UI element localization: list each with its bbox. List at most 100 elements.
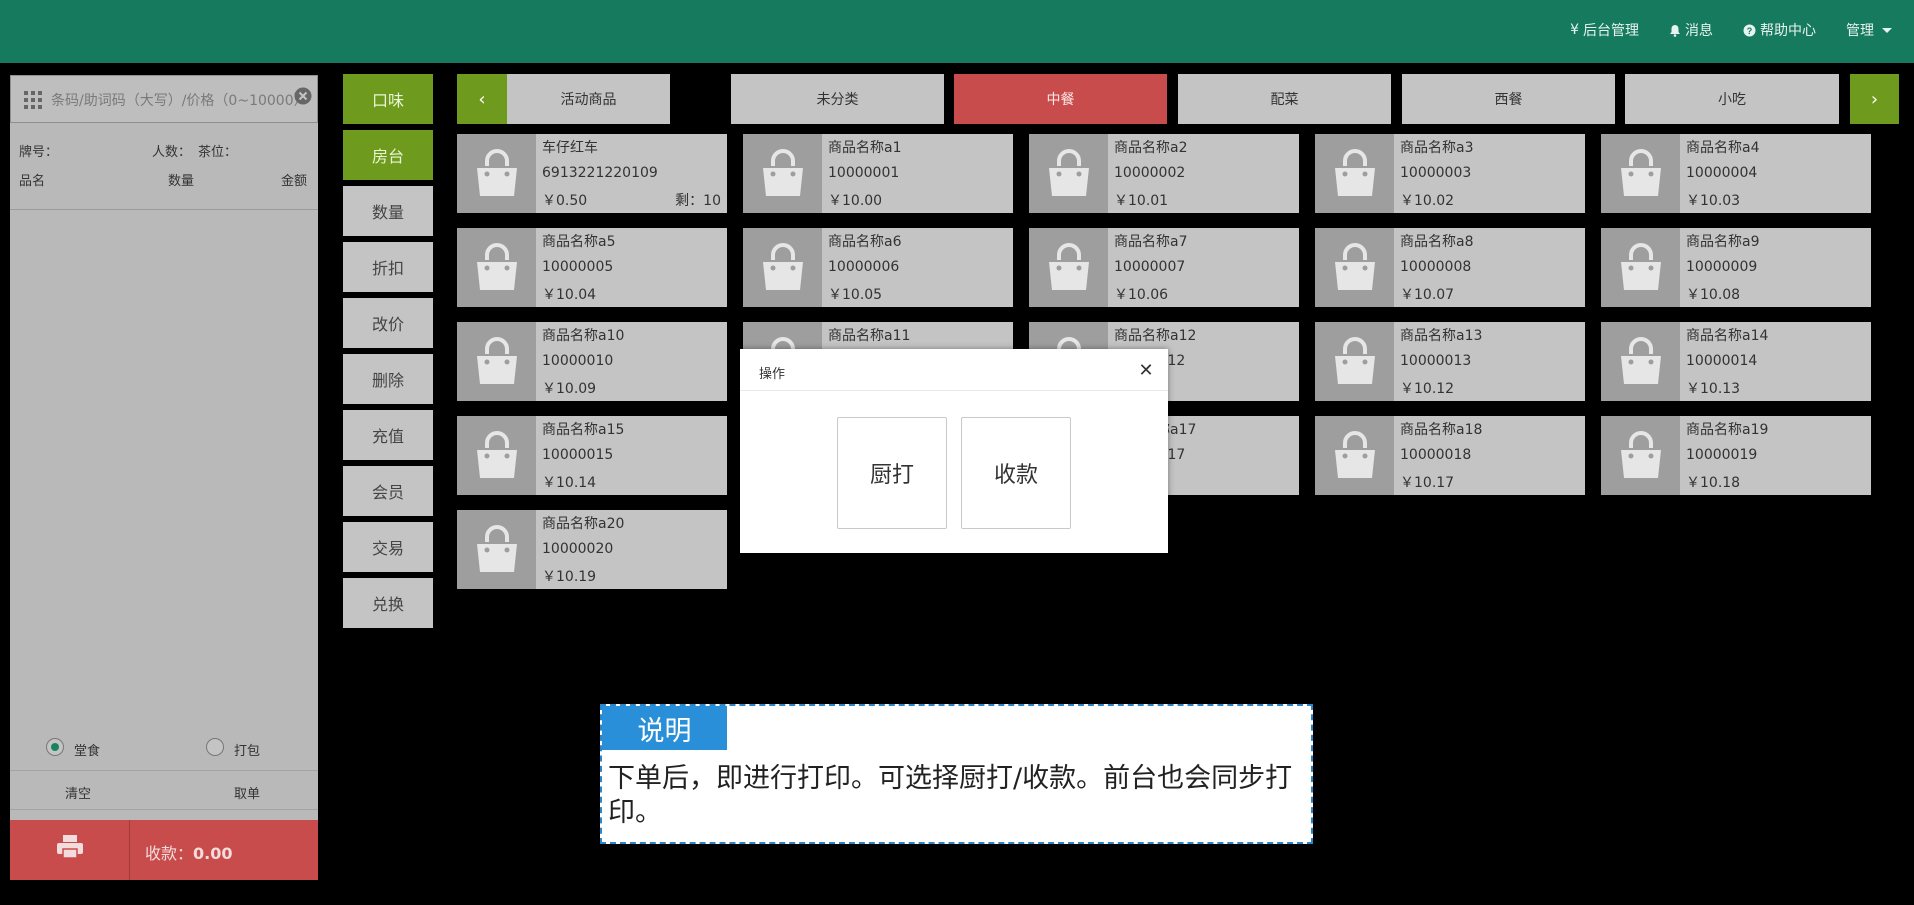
dine-in-label: 堂食 [74, 744, 101, 759]
product-card[interactable]: 商品名称a10 10000010 ￥10.09 [457, 322, 727, 401]
product-price: ￥10.01 [1114, 193, 1169, 209]
product-code: 10000015 [542, 447, 614, 463]
product-name: 车仔红车 [542, 140, 598, 156]
quantity-button[interactable]: 数量 [343, 186, 433, 236]
product-price: ￥0.50 [542, 193, 588, 209]
retrieve-order-button[interactable]: 取单 [234, 783, 260, 802]
grid-icon[interactable] [24, 91, 42, 109]
chevron-left-icon: ‹ [478, 88, 486, 110]
top-nav: ¥ 后台管理 消息 ? 帮助中心 管理 [1570, 20, 1892, 40]
product-name: 商品名称a12 [1114, 328, 1197, 344]
category-next-button[interactable]: › [1850, 74, 1899, 124]
product-image [743, 228, 822, 307]
product-card[interactable]: 商品名称a13 10000013 ￥10.12 [1315, 322, 1585, 401]
product-name: 商品名称a8 [1400, 234, 1474, 250]
pay-amount: 0.00 [193, 844, 233, 863]
product-image [457, 322, 536, 401]
product-name: 商品名称a6 [828, 234, 902, 250]
delete-button[interactable]: 删除 [343, 354, 433, 404]
clear-order-button[interactable]: 清空 [65, 783, 91, 802]
dine-in-radio[interactable] [46, 738, 64, 756]
category-tabs: ‹ 活动商品 未分类 中餐 配菜 西餐 小吃 › [457, 74, 1899, 124]
product-name: 商品名称a19 [1686, 422, 1769, 438]
product-card[interactable]: 商品名称a7 10000007 ￥10.06 [1029, 228, 1299, 307]
messages-link[interactable]: 消息 [1669, 20, 1713, 40]
product-code: 10000003 [1400, 165, 1472, 181]
product-card[interactable]: 商品名称a18 10000018 ￥10.17 [1315, 416, 1585, 495]
transaction-button[interactable]: 交易 [343, 522, 433, 572]
admin-link-label: 后台管理 [1583, 23, 1639, 39]
product-card[interactable]: 商品名称a1 10000001 ￥10.00 [743, 134, 1013, 213]
help-center-link[interactable]: ? 帮助中心 [1743, 20, 1816, 40]
discount-button[interactable]: 折扣 [343, 242, 433, 292]
flavor-button[interactable]: 口味 [343, 74, 433, 124]
product-image [1601, 322, 1680, 401]
product-card[interactable]: 商品名称a2 10000002 ￥10.01 [1029, 134, 1299, 213]
printer-icon [57, 835, 83, 859]
product-code: 10000005 [542, 259, 614, 275]
tab-western-food[interactable]: 西餐 [1402, 74, 1615, 124]
checkout-button[interactable]: 收款 [961, 417, 1071, 529]
product-card[interactable]: 商品名称a15 10000015 ￥10.14 [457, 416, 727, 495]
pay-total[interactable]: 收款：0.00 [145, 840, 233, 864]
product-card[interactable]: 商品名称a6 10000006 ￥10.05 [743, 228, 1013, 307]
product-name: 商品名称a1 [828, 140, 902, 156]
bell-icon [1670, 24, 1680, 37]
change-price-button[interactable]: 改价 [343, 298, 433, 348]
category-prev-button[interactable]: ‹ [457, 74, 507, 124]
product-card[interactable]: 车仔红车 6913221220109 ￥0.50 剩：10 [457, 134, 727, 213]
tab-promotions[interactable]: 活动商品 [507, 74, 670, 124]
print-button[interactable] [10, 820, 130, 880]
close-icon[interactable]: ✕ [1134, 358, 1158, 382]
product-card[interactable]: 商品名称a3 10000003 ￥10.02 [1315, 134, 1585, 213]
instruction-note: 说明 下单后，即进行打印。可选择厨打/收款。前台也会同步打印。 [600, 704, 1313, 844]
tab-chinese-food[interactable]: 中餐 [954, 74, 1167, 124]
product-card[interactable]: 商品名称a20 10000020 ￥10.19 [457, 510, 727, 589]
product-price: ￥10.08 [1686, 287, 1741, 303]
column-header-amount: 金额 [281, 174, 308, 189]
product-name: 商品名称a9 [1686, 234, 1760, 250]
product-price: ￥10.00 [828, 193, 883, 209]
room-table-button[interactable]: 房台 [343, 130, 433, 180]
yen-icon: ¥ [1570, 22, 1579, 38]
product-price: ￥10.13 [1686, 381, 1741, 397]
product-card[interactable]: 商品名称a4 10000004 ￥10.03 [1601, 134, 1871, 213]
search-input[interactable]: 条码/助词码（大写）/价格（0~10000） [51, 90, 299, 110]
admin-link[interactable]: ¥ 后台管理 [1570, 20, 1639, 40]
clear-search-icon[interactable] [294, 87, 312, 105]
column-header-name: 品名 [19, 174, 46, 189]
search-bar[interactable]: 条码/助词码（大写）/价格（0~10000） [10, 75, 318, 123]
product-name: 商品名称a11 [828, 328, 911, 344]
product-name: 商品名称a7 [1114, 234, 1188, 250]
member-button[interactable]: 会员 [343, 466, 433, 516]
order-actions: 清空 取单 [10, 770, 318, 810]
takeaway-radio[interactable] [206, 738, 224, 756]
takeaway-label: 打包 [234, 744, 261, 759]
svg-text:?: ? [1747, 26, 1753, 36]
operation-dialog: 操作 ✕ 厨打 收款 [740, 349, 1168, 553]
tab-uncategorized[interactable]: 未分类 [731, 74, 944, 124]
product-code: 10000007 [1114, 259, 1186, 275]
kitchen-print-button[interactable]: 厨打 [837, 417, 947, 529]
product-image [743, 134, 822, 213]
tab-snacks[interactable]: 小吃 [1625, 74, 1839, 124]
dining-type-selector: 堂食 打包 [10, 735, 318, 770]
product-card[interactable]: 商品名称a9 10000009 ￥10.08 [1601, 228, 1871, 307]
tab-side-dishes[interactable]: 配菜 [1178, 74, 1391, 124]
product-image [457, 228, 536, 307]
product-price: ￥10.04 [542, 287, 597, 303]
product-price: ￥10.09 [542, 381, 597, 397]
product-name: 商品名称a15 [542, 422, 625, 438]
product-card[interactable]: 商品名称a14 10000014 ￥10.13 [1601, 322, 1871, 401]
redeem-button[interactable]: 兑换 [343, 578, 433, 628]
product-card[interactable]: 商品名称a19 10000019 ￥10.18 [1601, 416, 1871, 495]
manage-dropdown[interactable]: 管理 [1846, 20, 1892, 40]
product-card[interactable]: 商品名称a5 10000005 ￥10.04 [457, 228, 727, 307]
product-code: 10000006 [828, 259, 900, 275]
tea-seat-label: 茶位： [198, 145, 238, 160]
product-code: 10000019 [1686, 447, 1758, 463]
recharge-button[interactable]: 充值 [343, 410, 433, 460]
product-code: 10000018 [1400, 447, 1472, 463]
product-card[interactable]: 商品名称a8 10000008 ￥10.07 [1315, 228, 1585, 307]
product-price: ￥10.19 [542, 569, 597, 585]
